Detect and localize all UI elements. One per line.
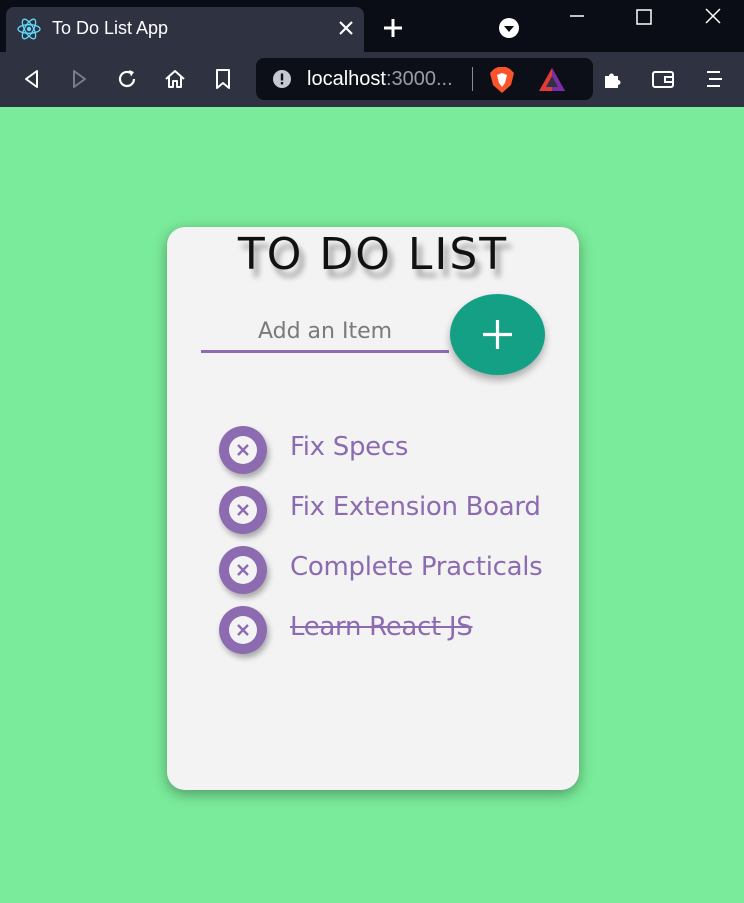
close-icon[interactable] (336, 18, 356, 38)
brave-shields-icon[interactable] (489, 66, 515, 94)
wallet-icon[interactable] (651, 67, 675, 91)
item-text: Fix Extension Board (290, 492, 541, 522)
plus-icon[interactable] (382, 17, 404, 39)
url-rest: :3000... (385, 68, 453, 90)
minimize-icon[interactable] (562, 4, 592, 30)
x-icon (237, 504, 249, 516)
list-item: Fix Extension Board (219, 486, 579, 546)
page-title: TO DO LIST (237, 229, 509, 280)
url-text: localhost:3000... (307, 68, 453, 91)
add-item-input[interactable] (201, 313, 449, 353)
browser-toolbar: localhost:3000... (0, 52, 744, 107)
bookmark-icon[interactable] (211, 67, 235, 91)
reload-icon[interactable] (115, 67, 139, 91)
plus-icon (483, 320, 512, 349)
tab-title: To Do List App (52, 18, 169, 38)
react-icon (17, 18, 41, 40)
todo-card: TO DO LIST Fix Specs Fix Extension Board… (167, 227, 579, 790)
home-icon[interactable] (163, 67, 187, 91)
add-item-button[interactable] (450, 294, 545, 375)
x-icon (237, 624, 249, 636)
delete-item-button[interactable] (219, 486, 267, 534)
forward-icon[interactable] (67, 67, 91, 91)
delete-item-button[interactable] (219, 426, 267, 474)
item-text: Fix Specs (290, 432, 409, 462)
brave-rewards-icon[interactable] (538, 67, 566, 92)
item-text: Learn React JS (290, 612, 473, 642)
x-icon (237, 564, 249, 576)
delete-item-button[interactable] (219, 546, 267, 594)
item-text: Complete Practicals (290, 552, 543, 582)
address-bar[interactable]: localhost:3000... (256, 58, 593, 100)
x-icon (237, 444, 249, 456)
url-host: localhost (307, 68, 386, 90)
extensions-icon[interactable] (601, 67, 625, 91)
browser-tab[interactable]: To Do List App (6, 7, 364, 52)
list-item: Complete Practicals (219, 546, 579, 606)
delete-item-button[interactable] (219, 606, 267, 654)
back-icon[interactable] (20, 67, 44, 91)
chevron-down-icon[interactable] (498, 17, 520, 39)
window-close-icon[interactable] (698, 4, 728, 30)
list-item: Learn React JS (219, 606, 579, 666)
info-icon[interactable] (272, 69, 292, 89)
browser-tab-bar: To Do List App (0, 0, 744, 52)
maximize-icon[interactable] (629, 4, 659, 30)
menu-icon[interactable] (703, 67, 727, 91)
url-separator (472, 67, 473, 91)
list-item: Fix Specs (219, 426, 579, 486)
todo-list: Fix Specs Fix Extension Board Complete P… (219, 426, 579, 666)
